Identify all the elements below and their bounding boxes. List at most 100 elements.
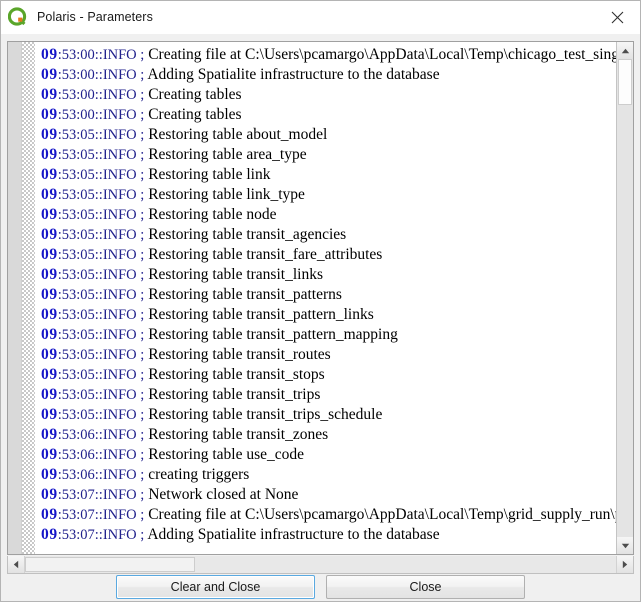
log-message: Restoring table use_code (148, 446, 305, 463)
log-timestamp-hour: 09 (41, 366, 58, 383)
log-timestamp-level: :53:05::INFO ; (57, 187, 145, 203)
log-line: 09:53:06::INFO ; Restoring table transit… (35, 425, 633, 445)
parameters-dialog: Polaris - Parameters 09:53:00::INFO ; Cr… (0, 0, 641, 602)
log-timestamp-hour: 09 (41, 166, 58, 183)
log-timestamp-hour: 09 (41, 326, 58, 343)
log-message: Restoring table area_type (148, 146, 307, 163)
scroll-up-arrow-icon[interactable] (617, 42, 633, 59)
log-line: 09:53:05::INFO ; Restoring table transit… (35, 345, 633, 365)
log-line: 09:53:05::INFO ; Restoring table node (35, 205, 633, 225)
log-timestamp-level: :53:05::INFO ; (57, 267, 145, 283)
log-timestamp-level: :53:05::INFO ; (57, 147, 145, 163)
log-timestamp-level: :53:07::INFO ; (57, 527, 145, 543)
log-message: Adding Spatialite infrastructure to the … (147, 526, 440, 543)
log-timestamp-hour: 09 (41, 486, 58, 503)
log-message: creating triggers (148, 466, 250, 483)
log-message: Restoring table transit_trips (148, 386, 321, 403)
log-message: Restoring table transit_pattern_links (148, 306, 374, 323)
log-line: 09:53:07::INFO ; Network closed at None (35, 485, 633, 505)
log-timestamp-hour: 09 (41, 426, 58, 443)
log-timestamp-hour: 09 (41, 146, 58, 163)
close-button[interactable]: Close (326, 574, 525, 599)
scroll-left-arrow-icon[interactable] (8, 556, 25, 573)
log-timestamp-level: :53:06::INFO ; (57, 467, 145, 483)
log-message: Restoring table node (148, 206, 277, 223)
log-timestamp-hour: 09 (41, 266, 58, 283)
log-message: Adding Spatialite infrastructure to the … (147, 66, 440, 83)
editor-gutter (8, 42, 22, 554)
log-message: Creating file at C:\Users\pcamargo\AppDa… (148, 506, 633, 523)
log-timestamp-level: :53:06::INFO ; (57, 427, 145, 443)
horizontal-scroll-thumb[interactable] (25, 557, 195, 572)
log-timestamp-hour: 09 (41, 306, 58, 323)
scroll-down-arrow-icon[interactable] (617, 537, 633, 554)
vertical-scroll-track[interactable] (617, 59, 633, 537)
log-timestamp-level: :53:05::INFO ; (57, 127, 145, 143)
log-timestamp-level: :53:05::INFO ; (57, 327, 145, 343)
log-timestamp-hour: 09 (41, 206, 58, 223)
log-timestamp-level: :53:07::INFO ; (57, 487, 145, 503)
log-timestamp-level: :53:00::INFO ; (57, 107, 145, 123)
log-message: Restoring table transit_fare_attributes (148, 246, 383, 263)
log-line: 09:53:06::INFO ; Restoring table use_cod… (35, 445, 633, 465)
log-message: Restoring table transit_pattern_mapping (148, 326, 398, 343)
log-timestamp-level: :53:07::INFO ; (57, 507, 145, 523)
log-line: 09:53:05::INFO ; Restoring table transit… (35, 405, 633, 425)
log-timestamp-hour: 09 (41, 466, 58, 483)
log-message: Creating tables (148, 86, 242, 103)
log-line: 09:53:05::INFO ; Restoring table link (35, 165, 633, 185)
log-message: Restoring table link (148, 166, 271, 183)
log-timestamp-level: :53:05::INFO ; (57, 387, 145, 403)
log-line: 09:53:07::INFO ; Creating file at C:\Use… (35, 505, 633, 525)
log-timestamp-hour: 09 (41, 46, 58, 63)
log-timestamp-level: :53:05::INFO ; (57, 227, 145, 243)
dialog-button-row: Clear and Close Close (7, 574, 634, 601)
log-timestamp-level: :53:05::INFO ; (57, 307, 145, 323)
scroll-right-arrow-icon[interactable] (616, 556, 633, 573)
log-line: 09:53:05::INFO ; Restoring table transit… (35, 245, 633, 265)
log-line: 09:53:05::INFO ; Restoring table transit… (35, 365, 633, 385)
log-line: 09:53:05::INFO ; Restoring table transit… (35, 325, 633, 345)
log-timestamp-hour: 09 (41, 286, 58, 303)
qgis-logo-icon (8, 7, 28, 27)
log-message: Restoring table transit_links (148, 266, 323, 283)
log-message: Restoring table transit_stops (148, 366, 325, 383)
log-timestamp-level: :53:05::INFO ; (57, 347, 145, 363)
vertical-scroll-thumb[interactable] (618, 59, 632, 105)
log-line: 09:53:05::INFO ; Restoring table transit… (35, 385, 633, 405)
clear-and-close-button[interactable]: Clear and Close (116, 574, 315, 599)
title-bar: Polaris - Parameters (1, 1, 640, 34)
log-line: 09:53:05::INFO ; Restoring table transit… (35, 225, 633, 245)
log-timestamp-hour: 09 (41, 526, 58, 543)
log-message: Creating tables (148, 106, 242, 123)
vertical-scrollbar[interactable] (616, 42, 633, 554)
horizontal-scrollbar[interactable] (7, 556, 634, 574)
log-line: 09:53:00::INFO ; Creating tables (35, 85, 633, 105)
log-timestamp-level: :53:05::INFO ; (57, 407, 145, 423)
horizontal-scroll-track[interactable] (25, 556, 616, 573)
close-icon[interactable] (594, 1, 640, 33)
log-timestamp-hour: 09 (41, 446, 58, 463)
log-message: Restoring table about_model (148, 126, 328, 143)
log-timestamp-hour: 09 (41, 506, 58, 523)
log-timestamp-hour: 09 (41, 346, 58, 363)
log-timestamp-level: :53:05::INFO ; (57, 287, 145, 303)
log-timestamp-hour: 09 (41, 186, 58, 203)
log-timestamp-hour: 09 (41, 66, 58, 83)
log-timestamp-level: :53:05::INFO ; (57, 247, 145, 263)
log-line: 09:53:05::INFO ; Restoring table about_m… (35, 125, 633, 145)
log-timestamp-hour: 09 (41, 86, 58, 103)
log-message: Network closed at None (148, 486, 299, 503)
log-message: Restoring table transit_zones (148, 426, 329, 443)
log-timestamp-level: :53:05::INFO ; (57, 207, 145, 223)
log-line: 09:53:07::INFO ; Adding Spatialite infra… (35, 525, 633, 545)
log-text-area[interactable]: 09:53:00::INFO ; Creating file at C:\Use… (7, 41, 634, 555)
log-line: 09:53:05::INFO ; Restoring table link_ty… (35, 185, 633, 205)
log-timestamp-level: :53:06::INFO ; (57, 447, 145, 463)
log-timestamp-hour: 09 (41, 406, 58, 423)
log-line: 09:53:05::INFO ; Restoring table area_ty… (35, 145, 633, 165)
log-line: 09:53:00::INFO ; Creating tables (35, 105, 633, 125)
log-line-list: 09:53:00::INFO ; Creating file at C:\Use… (35, 42, 633, 554)
editor-fold-strip (22, 42, 35, 554)
log-message: Restoring table link_type (148, 186, 305, 203)
